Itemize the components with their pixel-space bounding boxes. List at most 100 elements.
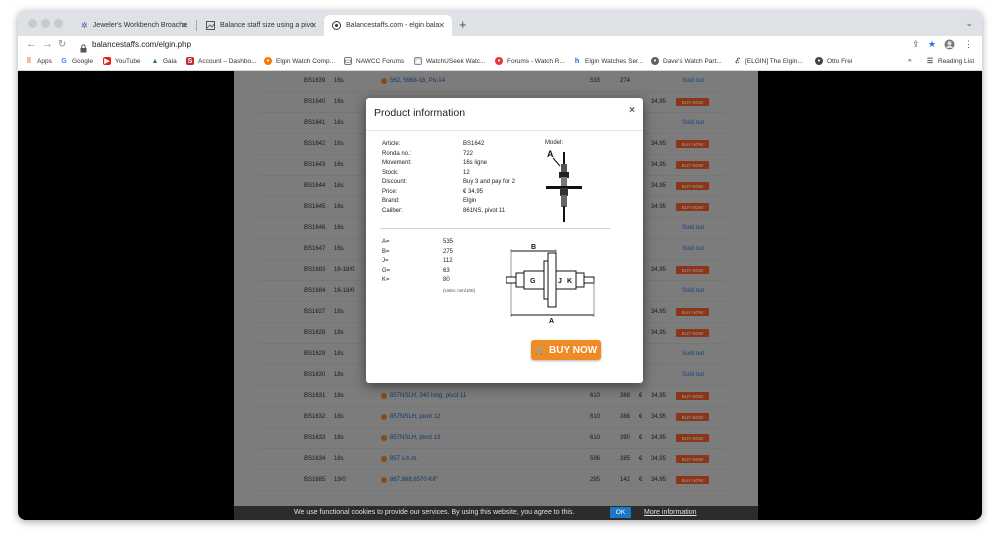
watchuseek-icon: ▣ (414, 57, 422, 65)
youtube-icon: ▶ (103, 57, 111, 65)
field-value: 16s ligne (463, 160, 488, 166)
close-tab-icon[interactable]: ✕ (310, 21, 317, 30)
dimension-label: K= (382, 277, 390, 283)
field-value: € 34,95 (463, 188, 484, 195)
field-label: Price: (382, 188, 398, 195)
address-bar[interactable]: balancestaffs.com/elgin.php (92, 40, 191, 49)
bookmark-google[interactable]: G Google (60, 57, 93, 65)
bookmark-elgin-watches-ser[interactable]: h Elgin Watches Ser... (573, 57, 643, 65)
image-icon (206, 21, 215, 30)
dimension-value: 80 (443, 277, 450, 283)
model-label: Model: (545, 140, 564, 146)
dimension-diagram: B G J K A (505, 239, 610, 330)
bookmark-elgin-the-elgin[interactable]: ℰ [ELGIN] The Elgin... (733, 57, 803, 66)
menu-icon[interactable]: ⋮ (964, 39, 973, 50)
reload-icon[interactable]: ↻ (58, 39, 66, 50)
apps-grid-icon: ⠿ (26, 58, 32, 65)
field-label: Stock: (382, 169, 399, 176)
minimize-window-button[interactable] (41, 19, 50, 28)
field-label: Discount: (382, 179, 408, 185)
bookmark-elgin-watch-comp[interactable]: • Elgin Watch Comp... (264, 57, 335, 65)
bookmark-watchuseek[interactable]: ▣ WatchUSeek Watc... (414, 57, 485, 65)
svg-text:A: A (549, 318, 554, 325)
gear-icon: ✲ (81, 21, 88, 30)
field-label: Caliber: (382, 207, 403, 214)
lock-icon (80, 40, 87, 53)
field-label: Brand: (382, 198, 400, 204)
dashboard-icon: S (186, 57, 194, 65)
chat-bubble-icon: • (495, 57, 503, 65)
bookmark-daves-watch-parts[interactable]: • Dave's Watch Part... (651, 57, 722, 65)
field-value: BS1642 (463, 141, 485, 147)
cookie-text: We use functional cookies to provide our… (294, 509, 575, 516)
bookmark-nawcc-forums[interactable]: ▭ NAWCC Forums (344, 57, 404, 65)
svg-text:K: K (567, 278, 572, 285)
tab-search-icon[interactable]: ⌄ (965, 18, 973, 29)
google-icon: G (61, 57, 67, 65)
address-toolbar: ← → ↻ balancestaffs.com/elgin.php ⇪ ★ ⋮ (18, 36, 982, 55)
field-value: Buy 3 and pay for 2 (463, 179, 516, 185)
cookie-more-info-link[interactable]: More information (644, 509, 697, 516)
bookmark-youtube[interactable]: ▶ YouTube (103, 57, 141, 65)
tab-balancestaffs[interactable]: Balancestaffs.com - elgin bala ✕ (324, 15, 452, 36)
script-e-icon: ℰ (734, 58, 740, 65)
svg-text:B: B (531, 244, 536, 251)
bookmarks-bar: ⠿ Apps G Google ▶ YouTube ▲ Gaia S Account – … (18, 55, 982, 71)
svg-text:G: G (530, 278, 536, 285)
buy-now-button[interactable]: 🛒 BUY NOW (531, 340, 601, 360)
share-icon[interactable]: ⇪ (912, 39, 920, 50)
new-tab-button[interactable]: + (459, 17, 467, 32)
bookmark-account-dashboard[interactable]: S Account – Dashbo... (186, 57, 257, 65)
bookmark-forums-watch-r[interactable]: • Forums - Watch R... (495, 57, 565, 65)
reading-list[interactable]: ☰ Reading List (926, 57, 974, 66)
bookmarks-overflow-icon[interactable]: » (908, 57, 912, 64)
page-content: BS1639 16s 562, 5968-16, Piv.14 533 274 Sold … (18, 71, 982, 520)
image-icon: ▭ (344, 57, 352, 65)
units-note: (Units: mm/100) (443, 288, 476, 293)
gaia-icon: ▲ (151, 57, 159, 65)
reading-list-icon: ☰ (926, 58, 934, 65)
dimension-value: 275 (443, 248, 454, 255)
bookmark-gaia[interactable]: ▲ Gaia (151, 57, 177, 65)
cookie-banner: We use functional cookies to provide our… (234, 506, 758, 520)
elgin-icon: • (264, 57, 272, 65)
maximize-window-button[interactable] (54, 19, 63, 28)
tab-balance-staff-size[interactable]: Balance staff size using a pivo ✕ (198, 15, 324, 36)
field-value: 861NS, pivot 11 (463, 207, 506, 214)
dimension-value: 63 (443, 267, 450, 274)
close-icon[interactable]: × (629, 105, 635, 116)
divider (366, 130, 643, 131)
field-label: Ronda no.: (382, 150, 412, 157)
cookie-ok-button[interactable]: OK (610, 507, 631, 518)
field-value: 12 (463, 169, 470, 176)
profile-avatar[interactable] (944, 39, 955, 52)
modal-title: Product information (374, 107, 466, 119)
back-icon[interactable]: ← (26, 38, 37, 50)
tab-jewelers-workbench[interactable]: ✲ Jeweler's Workbench Broache ✕ (73, 15, 195, 36)
close-tab-icon[interactable]: ✕ (181, 21, 188, 30)
field-label: Article: (382, 141, 401, 147)
cart-icon: 🛒 (534, 344, 547, 355)
field-value: 722 (463, 150, 474, 157)
browser-window: ✲ Jeweler's Workbench Broache ✕ Balance … (18, 10, 982, 520)
dimension-value: 535 (443, 239, 454, 245)
close-window-button[interactable] (28, 19, 37, 28)
svg-text:J: J (558, 278, 562, 285)
bookmark-star-icon[interactable]: ★ (928, 39, 936, 50)
balancestaffs-icon (332, 21, 341, 30)
model-label-a: A (547, 149, 554, 159)
field-label: Movement: (382, 160, 412, 166)
dimension-value: 112 (443, 258, 453, 264)
h-logo-icon: h (574, 57, 580, 65)
close-tab-icon[interactable]: ✕ (438, 21, 445, 30)
bookmark-otto-frei[interactable]: • Otto Frei (815, 57, 852, 65)
globe-icon: • (815, 57, 823, 65)
watch-parts-icon: • (651, 57, 659, 65)
bookmark-apps[interactable]: ⠿ Apps (25, 57, 51, 66)
divider (380, 228, 610, 229)
dimension-label: A= (382, 239, 390, 245)
forward-icon[interactable]: → (42, 38, 53, 50)
balance-staff-model-image: A (542, 148, 592, 231)
dimension-label: B= (382, 248, 390, 255)
dimension-label: J= (382, 258, 389, 264)
